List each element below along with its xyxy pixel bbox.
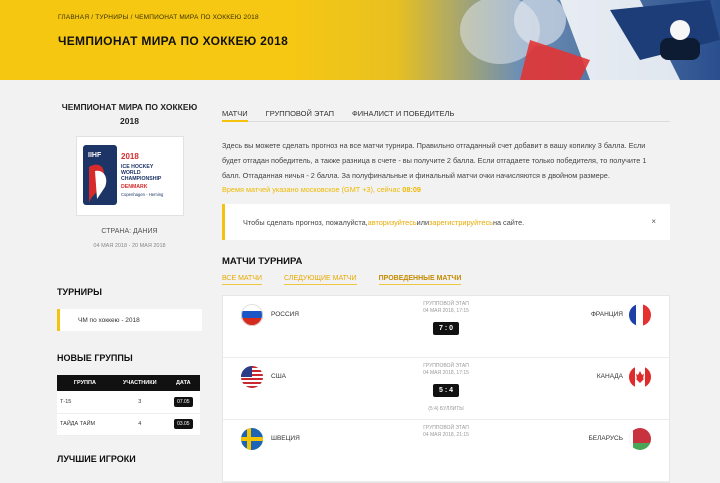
group-members: 3 [112, 391, 167, 414]
france-flag-icon [629, 304, 651, 326]
tab-matches[interactable]: МАТЧИ [222, 100, 248, 122]
away-team: БЕЛАРУСЬ [588, 435, 623, 442]
timezone-note: Время матчей указано московское (GMT +3)… [222, 185, 670, 194]
breadcrumb-tournaments[interactable]: Турниры [95, 14, 128, 21]
groups-table: Группа Участники Дата Т-15 3 07.05 Тайда… [57, 375, 200, 436]
page-title: ЧЕМПИОНАТ МИРА ПО ХОККЕЮ 2018 [58, 34, 289, 48]
logo-year: 2018 [121, 152, 139, 161]
current-time: 08:09 [402, 185, 421, 194]
filter-past-matches[interactable]: ПРОВЕДЕННЫЕ МАТЧИ [378, 275, 462, 285]
filter-next-matches[interactable]: СЛЕДУЮЩИЕ МАТЧИ [284, 275, 357, 285]
country-label: Страна: Дания [101, 228, 158, 235]
notice-after: на сайте. [492, 217, 525, 227]
login-notice: Чтобы сделать прогноз, пожалуйста, автор… [222, 204, 670, 240]
col-date: Дата [176, 380, 191, 386]
login-link[interactable]: авторизуйтесь [368, 218, 417, 227]
tab-finalist[interactable]: ФИНАЛИСТ И ПОБЕДИТЕЛЬ [352, 100, 454, 121]
breadcrumb: Главная / Турниры / Чемпионат мира по хо… [58, 14, 259, 21]
register-link[interactable]: зарегистрируйтесь [429, 218, 493, 227]
away-team: КАНАДА [596, 373, 623, 380]
breadcrumb-current: Чемпионат мира по хоккею 2018 [134, 14, 259, 21]
timezone-text: Время матчей указано московское (GMT +3)… [222, 185, 401, 194]
sidebar: ЧЕМПИОНАТ МИРА ПО ХОККЕЮ 2018 IIHF 2018 … [57, 100, 202, 464]
match-list: РОССИЯ Групповой этап 04 мая 2018, 17:15… [222, 295, 670, 483]
groups-heading: НОВЫЕ ГРУППЫ [57, 353, 133, 363]
match-row[interactable]: США Групповой этап 04 мая 2018, 17:15 5 … [223, 358, 669, 420]
iihf-logo-icon: IIHF 2018 ICE HOCKEY WORLD CHAMPIONSHIP … [78, 139, 181, 213]
group-date: 03.05 [174, 419, 193, 429]
logo-ihf-text: IIHF [88, 152, 102, 159]
logo-cities: Copenhagen - Herning [121, 192, 164, 197]
tab-group-stage[interactable]: ГРУППОВОЙ ЭТАП [266, 100, 334, 121]
table-row[interactable]: Т-15 3 07.05 [57, 391, 200, 414]
group-name[interactable]: Тайда Тайм [57, 413, 113, 436]
tabs: МАТЧИ ГРУППОВОЙ ЭТАП ФИНАЛИСТ И ПОБЕДИТЕ… [222, 100, 670, 122]
breadcrumb-separator: / [130, 14, 133, 21]
tournament-link[interactable]: ЧМ по хоккею - 2018 [57, 309, 202, 331]
match-note: (5:4) буллиты [428, 406, 464, 412]
col-group: Группа [73, 380, 96, 386]
belarus-flag-icon [629, 428, 651, 450]
away-team: ФРАНЦИЯ [590, 311, 623, 318]
table-row[interactable]: Тайда Тайм 4 03.05 [57, 413, 200, 436]
match-row[interactable]: РОССИЯ Групповой этап 04 мая 2018, 17:15… [223, 296, 669, 358]
matches-heading: МАТЧИ ТУРНИРА [222, 256, 303, 267]
stage-label: Групповой этап [423, 301, 469, 307]
match-filter-tabs: ВСЕ МАТЧИ СЛЕДУЮЩИЕ МАТЧИ ПРОВЕДЕННЫЕ МА… [222, 275, 670, 285]
hockey-player-image [460, 0, 720, 80]
intro-text: Здесь вы можете сделать прогноз на все м… [222, 141, 647, 180]
hero-banner: Главная / Турниры / Чемпионат мира по хо… [0, 0, 720, 80]
match-score: 7 : 0 [432, 322, 460, 335]
col-members: Участники [122, 380, 157, 386]
logo-line3: CHAMPIONSHIP [121, 176, 162, 182]
tournament-title: ЧЕМПИОНАТ МИРА ПО ХОККЕЮ 2018 [61, 102, 198, 126]
stage-label: Групповой этап [423, 425, 469, 431]
players-heading: ЛУЧШИЕ ИГРОКИ [57, 453, 136, 464]
logo-country: DENMARK [121, 184, 148, 190]
main-content: МАТЧИ ГРУППОВОЙ ЭТАП ФИНАЛИСТ И ПОБЕДИТЕ… [222, 100, 670, 483]
stage-label: Групповой этап [423, 363, 469, 369]
notice-or: или [416, 217, 430, 227]
match-row[interactable]: ШВЕЦИЯ Групповой этап 04 мая 2018, 21:15… [223, 420, 669, 482]
match-score: 5 : 4 [432, 384, 460, 397]
notice-text: Чтобы сделать прогноз, пожалуйста, [243, 217, 368, 227]
group-date: 07.05 [174, 396, 193, 407]
breadcrumb-separator: / [91, 14, 94, 21]
tournament-dates: 04 мая 2018 - 20 мая 2018 [93, 243, 166, 249]
close-icon[interactable]: × [651, 217, 656, 226]
group-members: 4 [112, 413, 167, 436]
group-name[interactable]: Т-15 [57, 391, 113, 414]
tournament-logo: IIHF 2018 ICE HOCKEY WORLD CHAMPIONSHIP … [75, 136, 184, 216]
canada-flag-icon [629, 366, 651, 388]
filter-all-matches[interactable]: ВСЕ МАТЧИ [222, 275, 263, 285]
groups-table-header: Группа Участники Дата [57, 375, 200, 391]
tournaments-heading: ТУРНИРЫ [57, 287, 102, 297]
breadcrumb-home[interactable]: Главная [58, 14, 89, 21]
